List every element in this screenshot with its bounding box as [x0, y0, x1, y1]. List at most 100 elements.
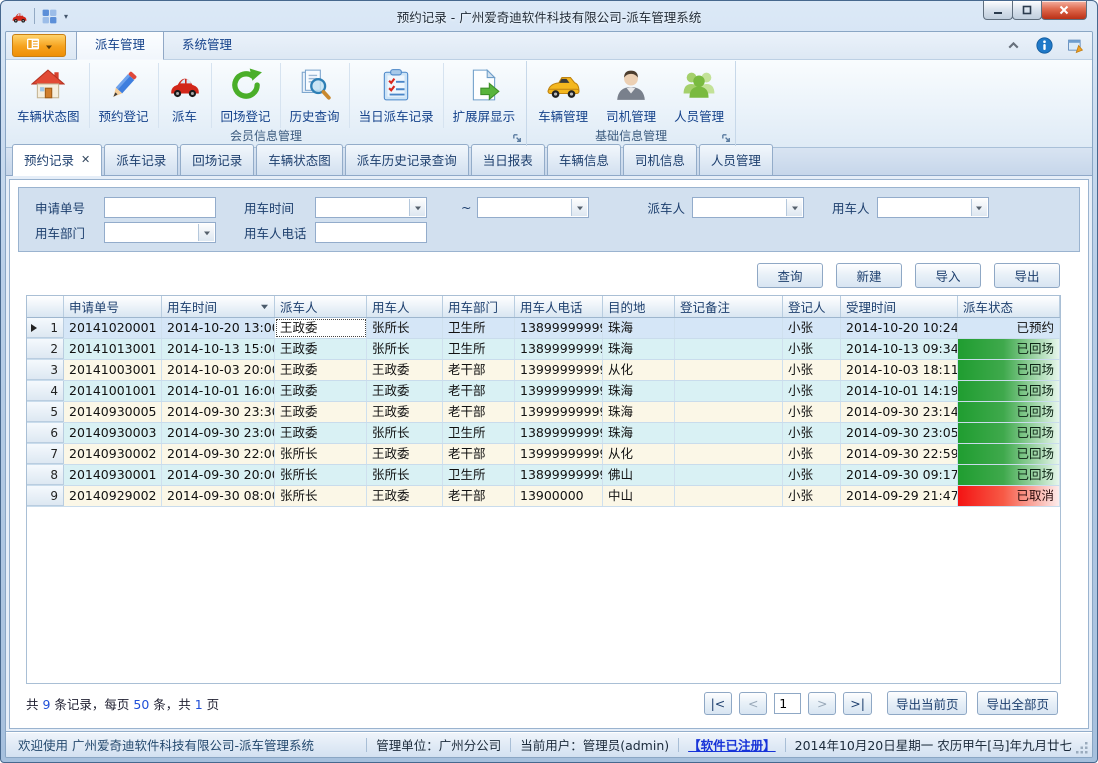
cell-dispatcher[interactable]: 王政委	[275, 318, 367, 338]
cell-use-time[interactable]: 2014-10-03 20:00	[162, 360, 275, 380]
cell-dispatch-status status-badge[interactable]: 已回场	[958, 402, 1060, 422]
cell-accept-time[interactable]: 2014-10-03 18:11	[841, 360, 958, 380]
cell-destination[interactable]: 中山	[603, 486, 675, 506]
doc-tab-reservation-records[interactable]: 预约记录✕	[12, 144, 102, 176]
column-header-dispatcher[interactable]: 派车人	[275, 296, 367, 317]
ribbon-tab-dispatch-manage[interactable]: 派车管理	[76, 31, 164, 60]
cell-dispatch-status status-badge[interactable]: 已回场	[958, 465, 1060, 485]
cell-user-phone[interactable]: 13900000	[515, 486, 603, 506]
row-header[interactable]: 5	[27, 402, 64, 422]
cell-user-phone[interactable]: 13999999999	[515, 444, 603, 464]
dropdown-caret-icon[interactable]	[409, 199, 425, 216]
doc-tab-dispatch-records[interactable]: 派车记录	[104, 144, 178, 175]
doc-tab-daily-report[interactable]: 当日报表	[471, 144, 545, 175]
export-button[interactable]: 导出	[994, 263, 1060, 288]
row-header[interactable]: 4	[27, 381, 64, 401]
cell-use-time[interactable]: 2014-09-30 23:30	[162, 402, 275, 422]
statusbar-license-status[interactable]: 【软件已注册】	[688, 735, 776, 754]
app-menu-button[interactable]	[12, 34, 66, 57]
row-header[interactable]: 9	[27, 486, 64, 506]
cell-registrar[interactable]: 小张	[783, 318, 841, 338]
cell-user-phone[interactable]: 13999999999	[515, 402, 603, 422]
table-row[interactable]: 5201409300052014-09-30 23:30王政委王政委老干部139…	[27, 402, 1060, 423]
ribbon-button-return-register[interactable]: 回场登记	[211, 63, 280, 128]
ribbon-button-extend-screen[interactable]: 扩展屏显示	[443, 63, 525, 128]
cell-apply-no[interactable]: 20140930005	[64, 402, 162, 422]
doc-tab-return-records[interactable]: 回场记录	[180, 144, 254, 175]
cell-dispatcher[interactable]: 王政委	[275, 402, 367, 422]
cell-use-dept[interactable]: 卫生所	[443, 318, 515, 338]
cell-car-user[interactable]: 张所长	[367, 465, 443, 485]
cell-apply-no[interactable]: 20141013001	[64, 339, 162, 359]
cell-register-remark[interactable]	[675, 423, 783, 443]
first-page-button[interactable]: |<	[704, 692, 733, 715]
dropdown-caret-icon[interactable]	[198, 224, 214, 241]
cell-use-time[interactable]: 2014-10-20 13:00	[162, 318, 275, 338]
cell-destination[interactable]: 珠海	[603, 423, 675, 443]
cell-apply-no[interactable]: 20141020001	[64, 318, 162, 338]
cell-dispatcher[interactable]: 王政委	[275, 339, 367, 359]
cell-dispatch-status status-badge[interactable]: 已预约	[958, 318, 1060, 338]
table-row[interactable]: 2201410130012014-10-13 15:00王政委张所长卫生所138…	[27, 339, 1060, 360]
column-header-car-user[interactable]: 用车人	[367, 296, 443, 317]
doc-tab-vehicle-info[interactable]: 车辆信息	[547, 144, 621, 175]
help-window-icon[interactable]	[1067, 37, 1084, 54]
cell-use-dept[interactable]: 老干部	[443, 381, 515, 401]
column-header-use-time[interactable]: 用车时间	[162, 296, 275, 317]
cell-accept-time[interactable]: 2014-09-30 23:05	[841, 423, 958, 443]
cell-use-time[interactable]: 2014-10-01 16:00	[162, 381, 275, 401]
cell-destination[interactable]: 从化	[603, 444, 675, 464]
cell-use-time[interactable]: 2014-09-30 23:00	[162, 423, 275, 443]
cell-dispatch-status status-badge[interactable]: 已回场	[958, 423, 1060, 443]
cell-dispatch-status status-badge[interactable]: 已回场	[958, 444, 1060, 464]
close-tab-icon[interactable]: ✕	[81, 154, 90, 165]
cell-car-user[interactable]: 张所长	[367, 318, 443, 338]
ribbon-button-today-dispatch-record[interactable]: 当日派车记录	[349, 63, 443, 128]
cell-accept-time[interactable]: 2014-10-01 14:19	[841, 381, 958, 401]
cell-dispatch-status status-badge[interactable]: 已回场	[958, 360, 1060, 380]
table-row[interactable]: 4201410010012014-10-01 16:00王政委王政委老干部139…	[27, 381, 1060, 402]
table-row[interactable]: 3201410030012014-10-03 20:00王政委王政委老干部139…	[27, 360, 1060, 381]
dialog-launcher-icon[interactable]	[721, 133, 732, 144]
cell-destination[interactable]: 珠海	[603, 381, 675, 401]
apply-no-input[interactable]	[104, 197, 216, 218]
cell-destination[interactable]: 珠海	[603, 402, 675, 422]
cell-accept-time[interactable]: 2014-10-13 09:34	[841, 339, 958, 359]
ribbon-button-driver-manage[interactable]: 司机管理	[597, 63, 665, 128]
cell-use-dept[interactable]: 老干部	[443, 444, 515, 464]
use-time-to-dropdown[interactable]	[477, 197, 589, 218]
cell-register-remark[interactable]	[675, 339, 783, 359]
cell-apply-no[interactable]: 20140930002	[64, 444, 162, 464]
cell-registrar[interactable]: 小张	[783, 465, 841, 485]
doc-tab-driver-info[interactable]: 司机信息	[623, 144, 697, 175]
cell-dispatch-status status-badge[interactable]: 已回场	[958, 339, 1060, 359]
cell-car-user[interactable]: 王政委	[367, 444, 443, 464]
cell-dispatcher[interactable]: 王政委	[275, 381, 367, 401]
cell-user-phone[interactable]: 13999999999	[515, 381, 603, 401]
column-header-destination[interactable]: 目的地	[603, 296, 675, 317]
cell-destination[interactable]: 从化	[603, 360, 675, 380]
cell-use-dept[interactable]: 老干部	[443, 402, 515, 422]
cell-apply-no[interactable]: 20140930001	[64, 465, 162, 485]
ribbon-button-dispatch[interactable]: 派车	[158, 63, 211, 128]
export-current-page-button[interactable]: 导出当前页	[887, 691, 968, 715]
row-header[interactable]: 1	[27, 318, 64, 338]
cell-accept-time[interactable]: 2014-09-30 09:17	[841, 465, 958, 485]
car-user-dropdown[interactable]	[877, 197, 989, 218]
row-header[interactable]: 2	[27, 339, 64, 359]
table-row[interactable]: 1201410200012014-10-20 13:00王政委张所长卫生所138…	[27, 318, 1060, 339]
table-row[interactable]: 6201409300032014-09-30 23:00王政委张所长卫生所138…	[27, 423, 1060, 444]
column-header-use-dept[interactable]: 用车部门	[443, 296, 515, 317]
cell-use-time[interactable]: 2014-09-30 08:00	[162, 486, 275, 506]
dropdown-caret-icon[interactable]	[786, 199, 802, 216]
cell-use-dept[interactable]: 卫生所	[443, 465, 515, 485]
cell-car-user[interactable]: 王政委	[367, 402, 443, 422]
column-header-registrar[interactable]: 登记人	[783, 296, 841, 317]
cell-registrar[interactable]: 小张	[783, 339, 841, 359]
cell-accept-time[interactable]: 2014-09-30 22:59	[841, 444, 958, 464]
user-phone-input[interactable]	[315, 222, 427, 243]
minimize-button[interactable]	[983, 1, 1013, 20]
cell-apply-no[interactable]: 20140929002	[64, 486, 162, 506]
doc-tab-staff-manage[interactable]: 人员管理	[699, 144, 773, 175]
info-icon[interactable]	[1036, 37, 1053, 54]
